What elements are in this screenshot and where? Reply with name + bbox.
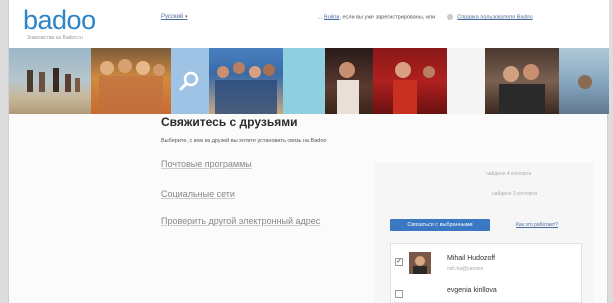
photo-strip [9, 48, 609, 114]
photo-party-group [99, 59, 165, 114]
top-links: … Войти, если вы уже зарегистрированы, и… [317, 14, 533, 20]
avatar [409, 252, 431, 274]
contact-name: evgenia kirillova [447, 287, 497, 294]
photo-couple [499, 64, 545, 114]
contacts-panel: найдено 4 контакта найдено 2 контакта Св… [374, 163, 594, 303]
how-it-works-link[interactable]: Как это работает? [516, 222, 558, 228]
photo-tile[interactable] [373, 48, 447, 114]
contacts-count-hint: найдено 4 контакта [486, 171, 532, 177]
photo-group-blue [215, 62, 277, 114]
photo-tile[interactable] [209, 48, 283, 114]
contacts-list: ✓ Mihail Hudozoff mih.ha@yandex evgenia … [390, 243, 582, 303]
photo-tile[interactable] [283, 48, 325, 114]
ellipsis-icon: … [317, 14, 323, 21]
contact-email: mih.ha@yandex [447, 266, 484, 272]
avatar-image [409, 252, 431, 274]
login-link[interactable]: Войти [324, 14, 339, 20]
logo-tagline: Знакомства на Badoo.ru [27, 35, 83, 41]
photo-dark-party [337, 62, 359, 114]
option-check-other-email[interactable]: Проверить другой электронный адрес [161, 215, 331, 227]
photo-tile[interactable] [485, 48, 559, 114]
search-tile[interactable] [171, 48, 209, 114]
lightbulb-icon [446, 14, 453, 20]
photo-tile[interactable] [559, 48, 609, 114]
list-item[interactable]: ✓ Mihail Hudozoff mih.ha@yandex [395, 252, 579, 278]
photo-tile[interactable] [325, 48, 373, 114]
page-title: Свяжитесь с друзьями [161, 115, 298, 129]
logo-wordmark: badoo [23, 5, 96, 35]
contacts-count-hint-secondary: найдено 2 контакта [492, 191, 538, 197]
chevron-down-icon: ▾ [184, 14, 188, 20]
help-link[interactable]: Справка пользователя Badoo [457, 14, 532, 20]
login-text: , если вы уже зарегистрированы, или [339, 14, 436, 21]
photo-tile[interactable] [447, 48, 485, 114]
search-icon [179, 71, 199, 91]
option-email-programs[interactable]: Почтовые программы [161, 158, 252, 170]
page-subtitle: Выберите, с кем из друзей вы хотите уста… [161, 138, 327, 144]
photo-tile[interactable] [91, 48, 171, 114]
connect-selected-button[interactable]: Связаться с выбранными [390, 219, 490, 231]
option-social-networks[interactable]: Социальные сети [161, 188, 235, 200]
photo-tile[interactable] [9, 48, 91, 114]
language-selector[interactable]: Русский ▾ [161, 14, 187, 20]
page: badoo Знакомства на Badoo.ru Русский ▾ …… [8, 0, 609, 303]
language-label: Русский [161, 14, 184, 20]
photo-sea [578, 75, 592, 89]
photo-beach-people [27, 68, 80, 92]
photo-red-party [393, 62, 435, 114]
contact-checkbox[interactable]: ✓ [395, 258, 403, 266]
header: badoo Знакомства на Badoo.ru Русский ▾ …… [9, 0, 609, 48]
contact-checkbox[interactable] [395, 290, 403, 298]
list-item[interactable]: evgenia kirillova [395, 284, 579, 303]
badoo-logo[interactable]: badoo Знакомства на Badoo.ru [23, 5, 123, 41]
contact-name: Mihail Hudozoff [447, 255, 496, 262]
